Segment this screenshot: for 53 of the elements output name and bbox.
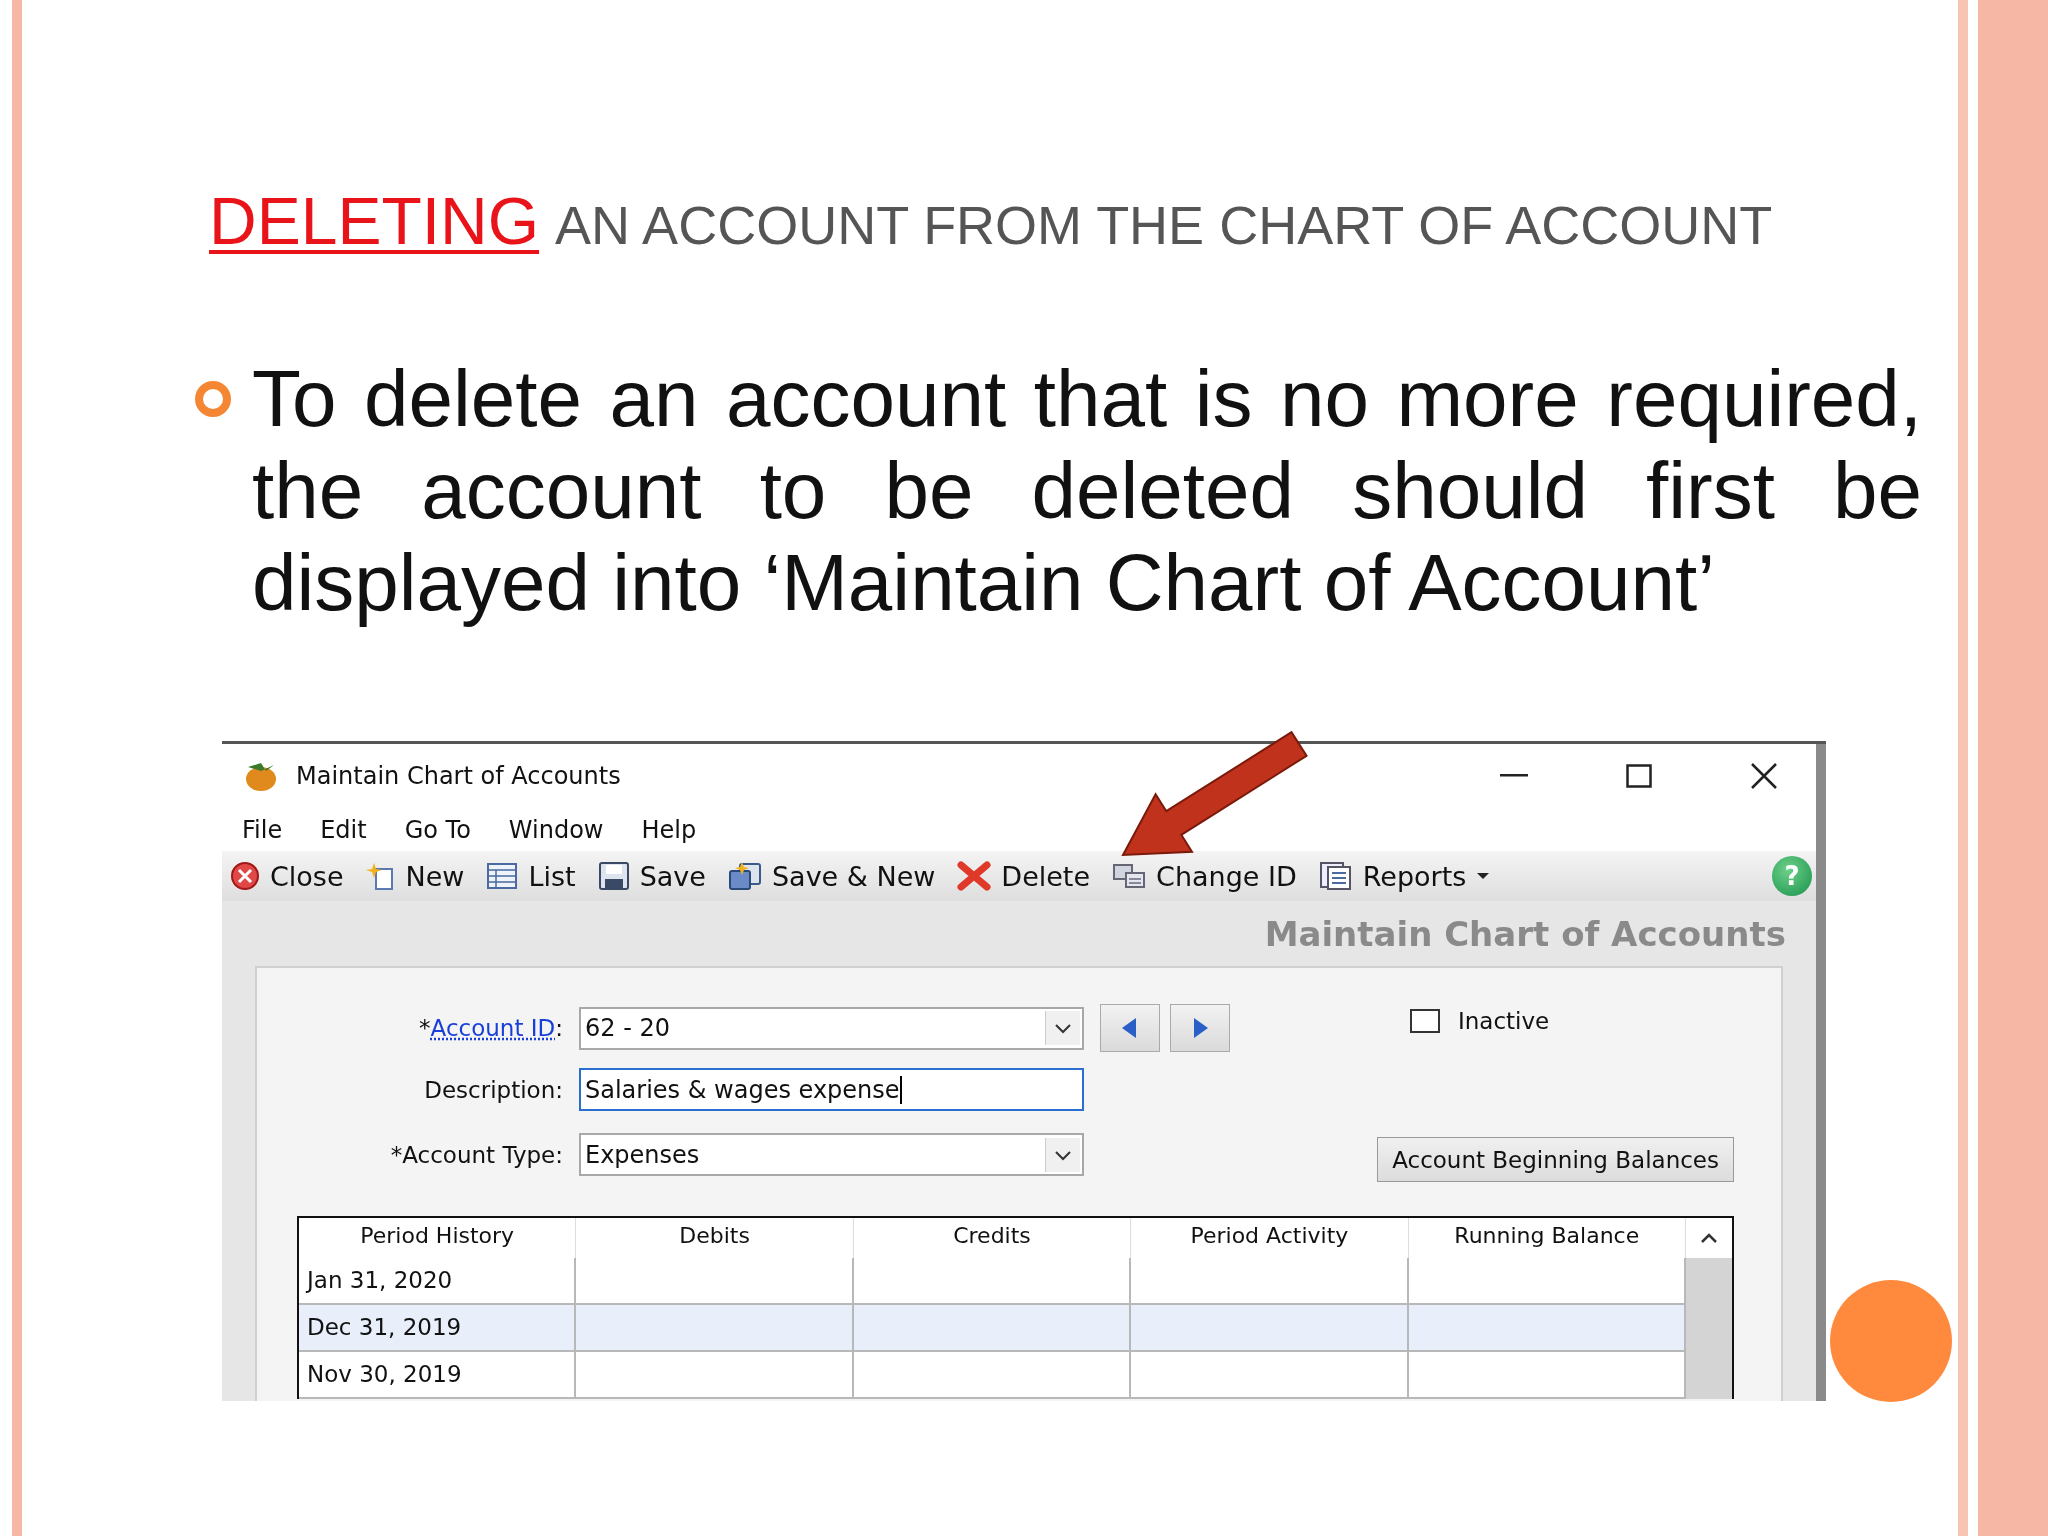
- report-icon: [1318, 861, 1353, 892]
- column-header: Period History: [299, 1218, 577, 1259]
- menu-item[interactable]: Go To: [404, 815, 471, 844]
- form-heading: Maintain Chart of Accounts: [1264, 913, 1786, 954]
- bullet-text: To delete an account that is no more required, the account to be deleted should first be displayed into ‘Maintain Chart of Account’: [252, 353, 1922, 630]
- window-title: Maintain Chart of Accounts: [296, 762, 621, 791]
- scroll-up-icon[interactable]: [1700, 1232, 1718, 1245]
- toolbar-button[interactable]: Delete: [951, 858, 1097, 894]
- maximize-icon[interactable]: [1626, 764, 1652, 789]
- column-header: Period Activity: [1131, 1218, 1409, 1259]
- close-icon[interactable]: [1750, 762, 1778, 791]
- table-row[interactable]: Nov 30, 2019: [299, 1352, 1732, 1400]
- table-cell: Dec 31, 2019: [299, 1305, 577, 1353]
- toolbar-button[interactable]: Reports: [1312, 858, 1497, 894]
- description-field[interactable]: Salaries & wages expense: [579, 1068, 1084, 1112]
- menu-item[interactable]: Help: [641, 815, 697, 844]
- minimize-icon[interactable]: [1500, 774, 1528, 779]
- column-header: Debits: [576, 1218, 854, 1259]
- new-page-icon: [365, 861, 396, 892]
- chevron-down-icon[interactable]: [1045, 1137, 1080, 1172]
- table-cell: Nov 30, 2019: [299, 1352, 577, 1400]
- column-header: Running Balance: [1408, 1218, 1686, 1259]
- menu-item[interactable]: File: [242, 815, 283, 844]
- account-id-field[interactable]: 62 - 20: [579, 1006, 1084, 1050]
- save-icon: [597, 861, 630, 892]
- menu-item[interactable]: Window: [508, 815, 604, 844]
- checkbox-label: Inactive: [1458, 1008, 1550, 1035]
- caret-icon: [1476, 872, 1491, 881]
- list-icon: [486, 861, 519, 892]
- slide-title-highlight: DELETING: [209, 184, 540, 258]
- toolbar-button[interactable]: Change ID: [1106, 858, 1303, 894]
- toolbar-button[interactable]: Save & New: [721, 858, 942, 894]
- toolbar-button[interactable]: Close: [224, 858, 350, 894]
- toolbar-button[interactable]: New: [359, 858, 471, 894]
- delete-icon: [957, 861, 992, 892]
- column-header: Credits: [853, 1218, 1132, 1259]
- account-type-field[interactable]: Expenses: [579, 1133, 1084, 1177]
- field-label: *Account Type:: [389, 1141, 563, 1168]
- account-id-link[interactable]: Account ID: [430, 1015, 556, 1042]
- chevron-down-icon[interactable]: [1045, 1011, 1080, 1046]
- save-new-icon: [727, 861, 762, 892]
- close-icon: [230, 861, 260, 892]
- toolbar-button[interactable]: Save: [591, 858, 712, 894]
- next-button[interactable]: [1170, 1004, 1230, 1053]
- slide-title: AN ACCOUNT FROM THE CHART OF ACCOUNT: [555, 195, 1773, 255]
- field-label: Description:: [423, 1076, 563, 1103]
- beginning-balances-button[interactable]: Account Beginning Balances: [1377, 1137, 1734, 1183]
- table-row[interactable]: Dec 31, 2019: [299, 1305, 1732, 1353]
- previous-button[interactable]: [1100, 1004, 1160, 1053]
- toolbar-button[interactable]: List: [480, 858, 582, 894]
- field-label: *Account ID:: [418, 1015, 563, 1042]
- bullet-icon: [193, 379, 233, 420]
- menu-item[interactable]: Edit: [320, 815, 367, 844]
